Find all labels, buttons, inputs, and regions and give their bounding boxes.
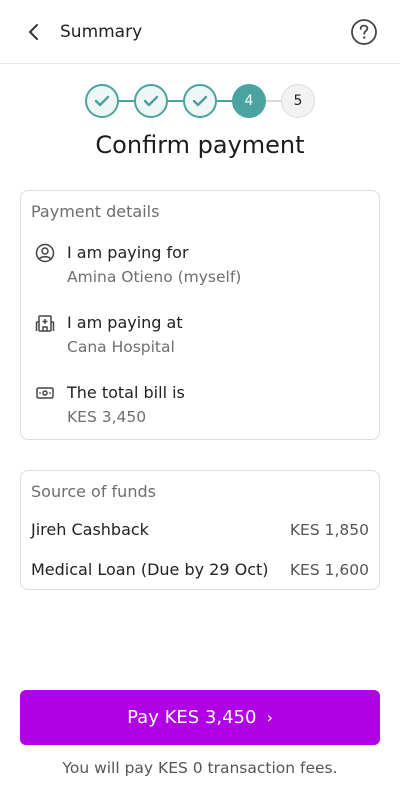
step-5-upcoming: 5 [281,84,315,118]
step-1-completed [85,84,119,118]
total-bill-value: KES 3,450 [67,408,147,426]
payment-details-card: Payment details I am paying for Amina Ot… [20,190,380,440]
question-circle-icon [351,19,377,45]
fund-item-amount: KES 1,850 [289,521,369,539]
check-icon [192,95,208,107]
page-title: Confirm payment [95,131,305,159]
hospital-icon [35,315,55,332]
paying-for-value: Amina Otieno (myself) [67,268,242,286]
cash-icon [36,387,54,399]
check-icon [94,95,110,107]
chevron-right-icon: › [266,708,273,727]
step-4-current: 4 [232,84,266,118]
source-of-funds-card: Source of funds Jireh Cashback KES 1,850… [20,470,380,590]
chevron-left-icon [29,24,38,40]
transaction-fee-note: You will pay KES 0 transaction fees. [62,759,338,777]
step-connector [217,100,233,102]
paying-at-label: I am paying at [67,313,183,332]
help-button[interactable] [350,18,378,46]
top-app-bar: Summary [0,0,400,64]
fund-item-amount: KES 1,600 [289,561,369,579]
paying-at-value: Cana Hospital [67,338,175,356]
user-circle-icon [35,243,55,263]
fund-item-name: Jireh Cashback [31,520,149,539]
step-2-completed [134,84,168,118]
source-of-funds-title: Source of funds [31,482,156,501]
check-icon [143,95,159,107]
payment-details-title: Payment details [31,202,160,221]
pay-button[interactable]: Pay KES 3,450 › [20,690,380,745]
fund-item-name: Medical Loan (Due by 29 Oct) [31,560,269,579]
step-connector [266,100,282,102]
progress-stepper: 4 5 [0,83,400,119]
total-bill-label: The total bill is [67,383,185,402]
back-button[interactable] [22,20,46,44]
step-connector [168,100,184,102]
step-connector [119,100,135,102]
header-title: Summary [60,22,143,42]
paying-for-label: I am paying for [67,243,189,262]
step-3-completed [183,84,217,118]
pay-button-label: Pay KES 3,450 [127,707,257,728]
